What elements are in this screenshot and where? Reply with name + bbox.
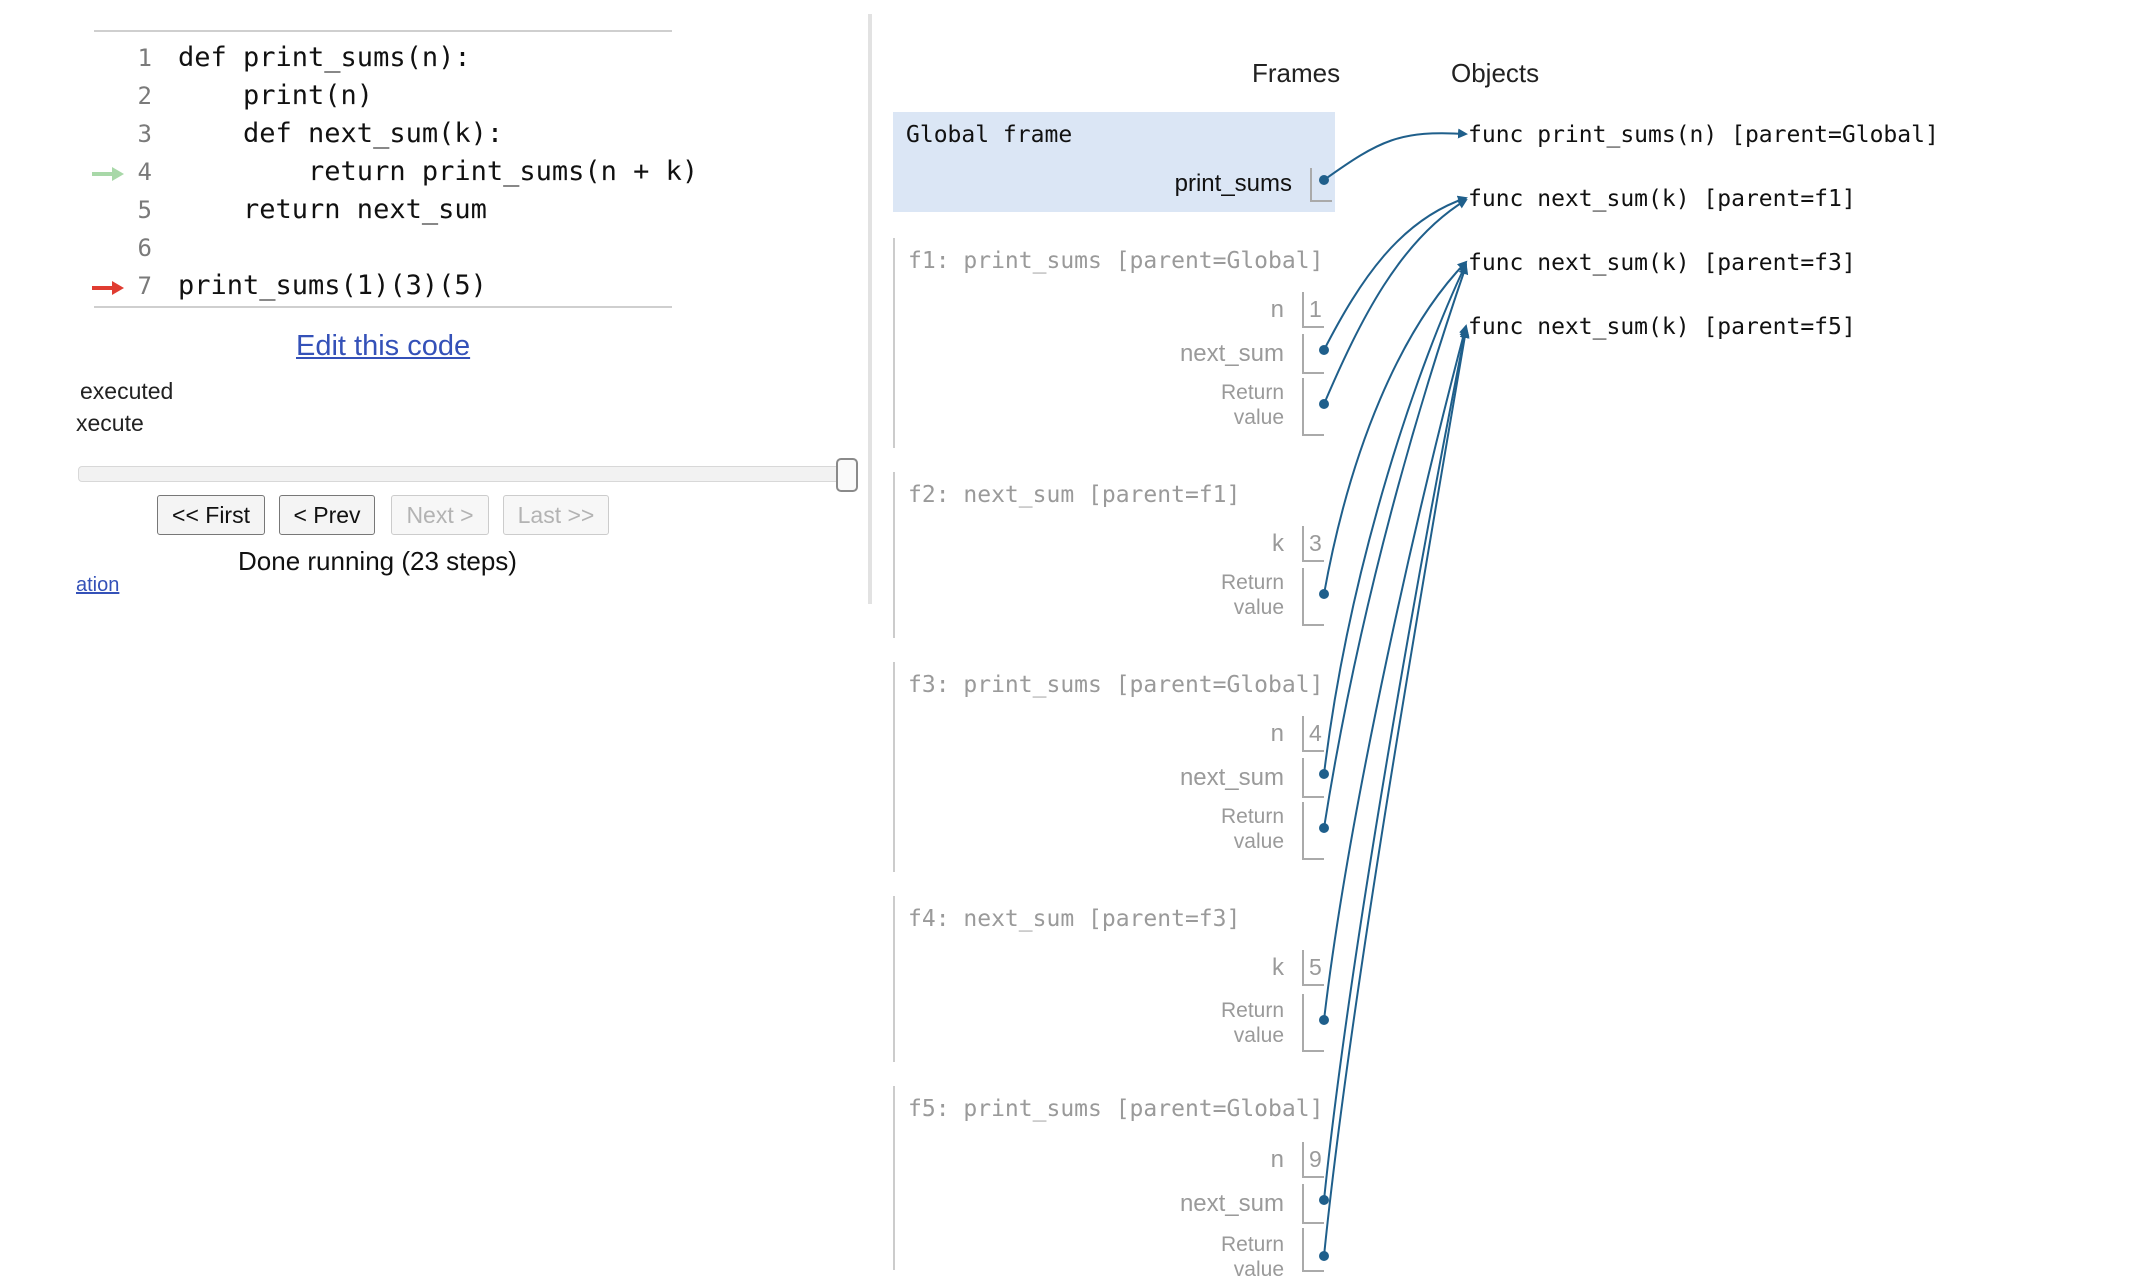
pointer-dot: [1319, 1015, 1329, 1025]
pointer-dot: [1319, 1251, 1329, 1261]
arrow-f5-return: [1323, 328, 1470, 1257]
pointer-dot: [1319, 589, 1329, 599]
pointer-dot: [1319, 1195, 1329, 1205]
pointer-arrows: [1319, 128, 1470, 1261]
pointer-dot: [1319, 345, 1329, 355]
pointer-dot: [1319, 823, 1329, 833]
arrow-f3-return: [1323, 264, 1469, 829]
arrow-f1-return: [1323, 198, 1468, 405]
pointer-dot: [1319, 175, 1329, 185]
pointer-dot: [1319, 769, 1329, 779]
arrow-global-print-sums: [1323, 128, 1468, 181]
arrow-f3-next-sum: [1323, 262, 1468, 775]
arrow-f4-return: [1323, 324, 1469, 1021]
pointer-dot: [1319, 399, 1329, 409]
